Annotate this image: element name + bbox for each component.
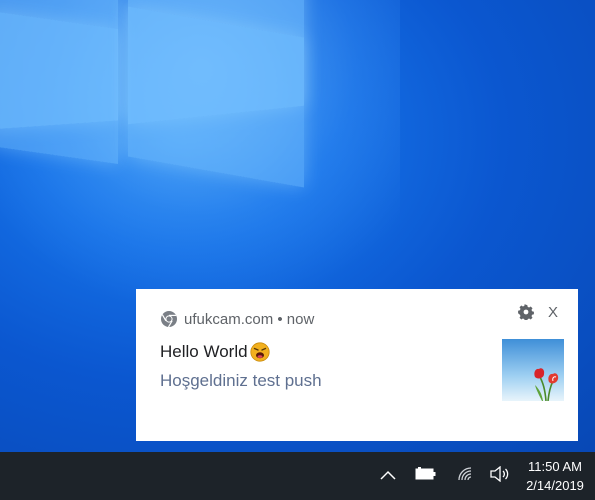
- chevron-up-icon: [380, 467, 396, 485]
- notification-body: Hoşgeldiniz test push: [160, 371, 322, 390]
- windows-logo-pane-bottom-right: [128, 6, 304, 188]
- notification-settings-button[interactable]: [517, 303, 535, 325]
- volume-button[interactable]: [488, 462, 512, 490]
- windows-logo-pane-bottom-left: [0, 11, 118, 164]
- clock-date: 2/14/2019: [526, 478, 584, 493]
- notification-close-button[interactable]: X: [545, 303, 561, 323]
- notification-title-row: Hello World: [160, 342, 270, 362]
- battery-icon: [415, 466, 437, 486]
- push-notification[interactable]: ufukcam.com • now X Hello World Hoşgeldi…: [136, 289, 578, 441]
- chrome-icon: [160, 310, 178, 328]
- network-icon: [457, 466, 473, 487]
- battery-button[interactable]: [414, 462, 438, 490]
- notification-header: ufukcam.com • now: [160, 309, 314, 329]
- volume-icon: [490, 465, 510, 487]
- network-button[interactable]: [454, 462, 476, 490]
- gear-icon: [518, 303, 534, 325]
- taskbar: 11:50 AM 2/14/2019: [0, 452, 595, 500]
- tulip-image: [502, 339, 564, 401]
- show-hidden-icons-button[interactable]: [377, 462, 399, 490]
- angry-face-emoji-icon: [249, 342, 270, 362]
- notification-title: Hello World: [160, 342, 248, 361]
- notification-source: ufukcam.com • now: [184, 310, 315, 328]
- taskbar-clock[interactable]: 11:50 AM 2/14/2019: [520, 457, 590, 495]
- clock-time: 11:50 AM: [528, 459, 582, 474]
